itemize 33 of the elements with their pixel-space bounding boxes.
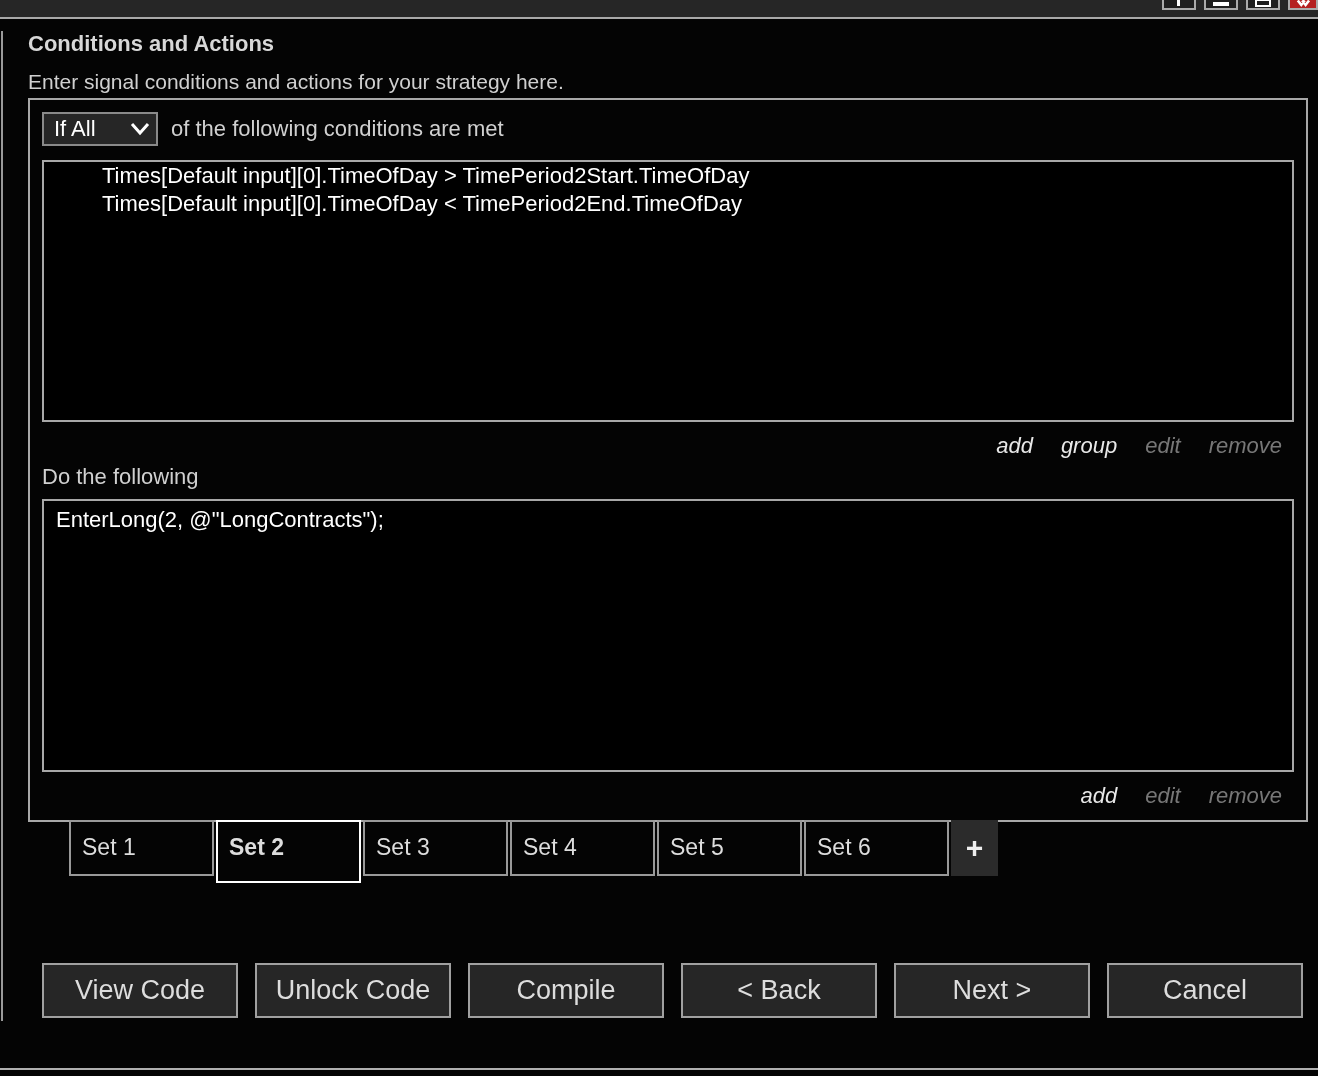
action-link: remove [1208,783,1282,809]
minimize-icon[interactable] [1204,0,1238,10]
action-item[interactable]: EnterLong(2, @"LongContracts"); [56,506,1292,534]
conditions-list[interactable]: Times[Default input][0].TimeOfDay > TimePeriod2Start.TimeOfDay Times[Default input][0].TimeOfDay < TimePeriod2End.TimeOfDay [42,160,1294,422]
chevron-down-icon [130,122,150,136]
actions-label: Do the following [42,464,199,490]
action-link[interactable]: group [1060,433,1118,459]
dialog-button[interactable]: View Code [42,963,238,1018]
section-title: Conditions and Actions [28,31,276,57]
condition-caption: of the following conditions are met [171,116,504,142]
dialog-button[interactable]: Next > [894,963,1090,1018]
description-text: Enter signal conditions and actions for your strategy here. [28,70,565,95]
dialog-button[interactable]: < Back [681,963,877,1018]
dialog-button[interactable]: Compile [468,963,664,1018]
maximize-icon[interactable] [1246,0,1280,10]
condition-item[interactable]: Times[Default input][0].TimeOfDay < TimePeriod2End.TimeOfDay [102,190,1292,218]
set-tab[interactable]: Set 3 [363,820,508,876]
dialog-button[interactable]: Cancel [1107,963,1303,1018]
add-tab-button[interactable]: + [951,820,998,876]
dialog-button[interactable]: Unlock Code [255,963,451,1018]
set-tab[interactable]: Set 2 [216,820,361,883]
set-tab[interactable]: Set 1 [69,820,214,876]
set-tab[interactable]: Set 5 [657,820,802,876]
set-tab[interactable]: Set 4 [510,820,655,876]
action-link[interactable]: add [996,433,1033,459]
action-link: edit [1145,783,1181,809]
actions-list[interactable]: EnterLong(2, @"LongContracts"); [42,499,1294,772]
action-link[interactable]: add [1080,783,1118,809]
action-link: edit [1145,433,1181,459]
action-link: remove [1208,433,1282,459]
mode-dropdown[interactable]: If All [42,112,158,146]
set-tab[interactable]: Set 6 [804,820,949,876]
condition-item[interactable]: Times[Default input][0].TimeOfDay > TimePeriod2Start.TimeOfDay [102,162,1292,190]
